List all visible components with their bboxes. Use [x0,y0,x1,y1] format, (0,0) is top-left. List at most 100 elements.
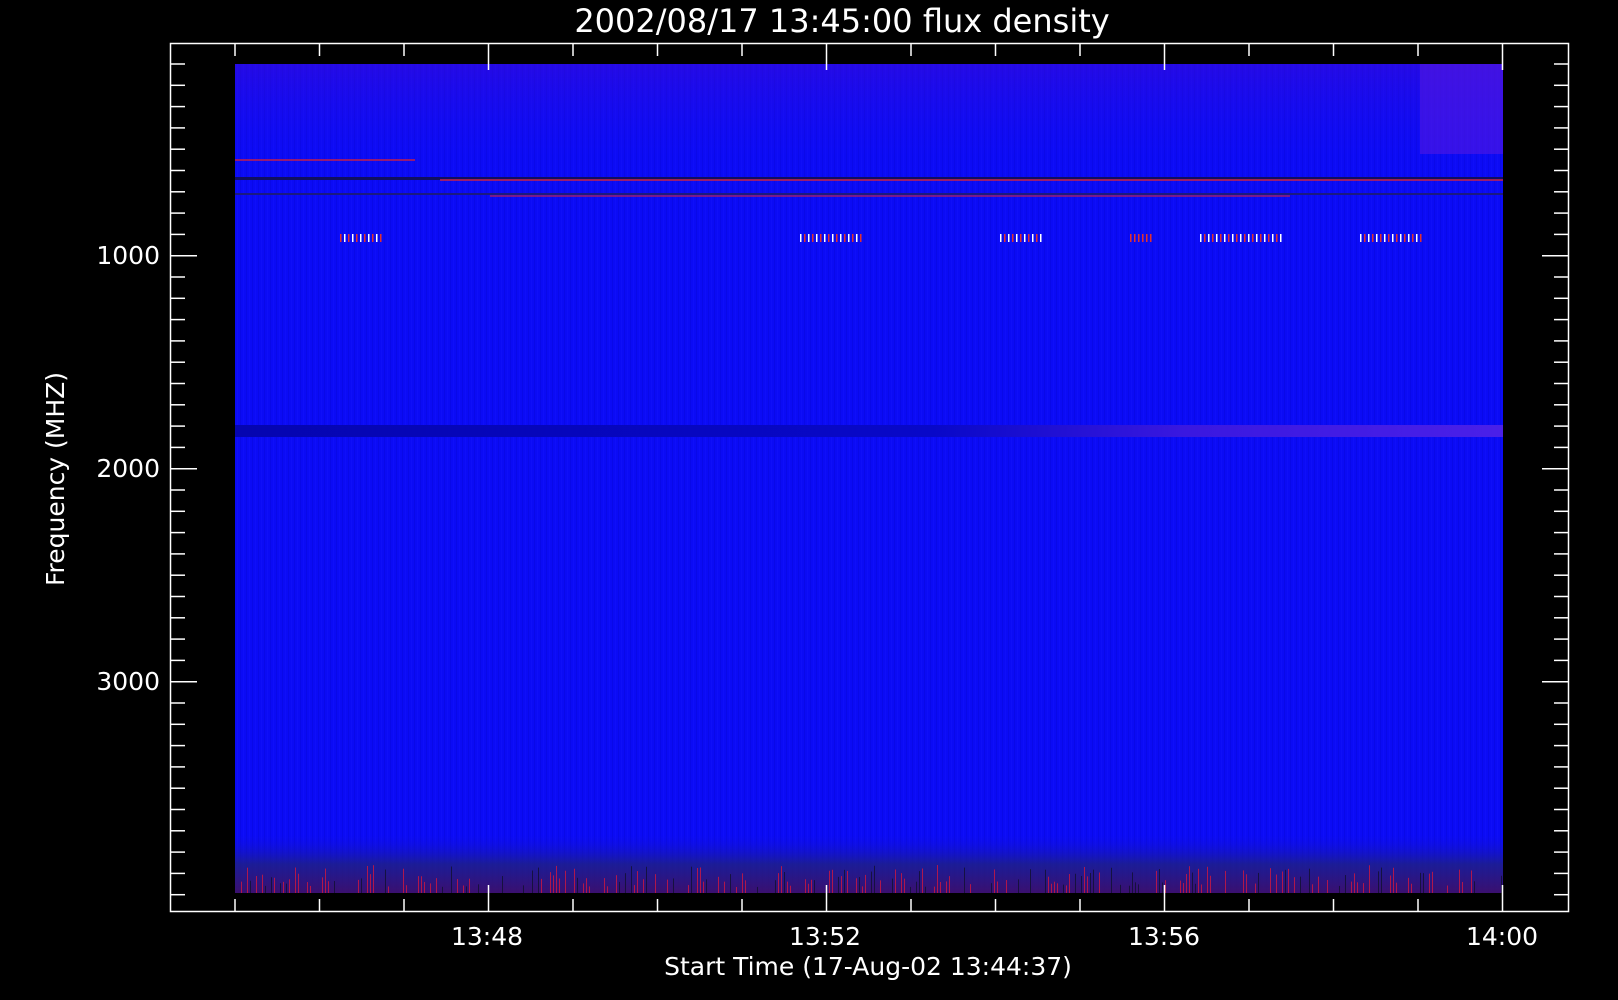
burst-mark [1376,234,1378,242]
noise-streak [844,869,845,893]
noise-streak [553,875,554,893]
burst-mark [816,234,818,242]
noise-streak [1258,872,1259,893]
noise-streak [832,869,833,893]
noise-streak [1210,875,1211,893]
noise-streak [577,877,578,893]
noise-streak [1459,869,1460,893]
burst-mark [1220,234,1222,242]
noise-streak [328,881,329,893]
burst-mark [1142,234,1144,242]
noise-streak [790,885,791,893]
noise-streak [1300,876,1301,893]
noise-streak [1186,873,1187,893]
noise-streak [667,879,668,893]
noise-streak [1447,885,1448,893]
noise-streak [841,876,842,893]
noise-streak [1276,874,1277,893]
noise-streak [934,886,935,893]
noise-streak [643,879,644,893]
noise-streak [1423,873,1424,893]
burst-mark [1280,234,1282,242]
burst-mark [372,234,374,242]
noise-streak [904,878,905,893]
noise-streak [808,883,809,893]
noise-streak [757,886,758,893]
burst-mark [1004,234,1006,242]
noise-streak [637,871,638,893]
noise-streak [1081,875,1082,893]
burst-mark [1384,234,1386,242]
burst-mark [348,234,350,242]
x-tick-label: 13:52 [789,922,861,951]
chart-title: 2002/08/17 13:45:00 flux density [574,2,1109,40]
noise-streak [1069,874,1070,893]
spectrogram-base [235,64,1503,893]
noise-streak [1462,882,1463,893]
noise-streak [1429,873,1430,893]
burst-mark [1020,234,1022,242]
noise-streak [730,874,731,893]
noise-streak [892,878,893,893]
burst-mark [832,234,834,242]
burst-mark [380,234,382,242]
noise-streak [1420,872,1421,893]
noise-streak [1135,882,1136,893]
noise-streak [736,886,737,893]
noise-streak [1255,883,1256,893]
noise-streak [550,872,551,893]
burst-mark [1024,234,1026,242]
noise-streak [1225,870,1226,893]
burst-mark [1232,234,1234,242]
noise-streak [250,880,251,893]
noise-streak [262,874,263,893]
noise-streak [1378,871,1379,893]
burst-mark [1256,234,1258,242]
noise-streak [814,880,815,893]
noise-streak [385,869,386,893]
noise-streak [532,870,533,893]
noise-streak [388,886,389,893]
noise-streak [1312,884,1313,893]
burst-mark [848,234,850,242]
noise-streak [403,868,404,893]
noise-streak [655,874,656,893]
noise-streak [718,876,719,893]
burst-mark [856,234,858,242]
noise-streak [1045,869,1046,893]
noise-streak [556,865,557,893]
noise-streak [574,868,575,893]
noise-streak [838,876,839,893]
noise-streak [805,879,806,893]
noise-streak [565,870,566,893]
burst-mark [1396,234,1398,242]
noise-streak [1195,883,1196,893]
noise-streak [370,874,371,893]
noise-streak [949,876,950,893]
burst-mark [1236,234,1238,242]
burst-mark [1016,234,1018,242]
noise-streak [1207,866,1208,893]
burst-mark [1372,234,1374,242]
noise-streak [280,883,281,893]
y-tick-label: 2000 [96,454,160,483]
burst-mark [1204,234,1206,242]
noise-streak [901,873,902,893]
noise-streak [856,878,857,893]
burst-mark [1138,234,1140,242]
noise-streak [424,881,425,893]
noise-streak [922,868,923,893]
noise-streak [586,878,587,893]
noise-streak [1327,880,1328,893]
burst-mark [1404,234,1406,242]
noise-streak [418,876,419,893]
burst-mark [840,234,842,242]
noise-streak [1198,868,1199,893]
noise-streak [1309,868,1310,893]
noise-streak [895,869,896,893]
noise-streak [478,884,479,893]
noise-streak [421,876,422,893]
x-tick-label: 14:00 [1466,922,1538,951]
burst-mark [356,234,358,242]
noise-streak [1087,876,1088,893]
